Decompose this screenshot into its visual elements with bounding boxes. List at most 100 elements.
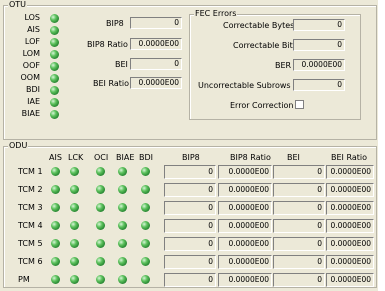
status-led-icon <box>70 185 79 194</box>
bei-ratio-label: BEI Ratio <box>93 79 129 88</box>
status-led-icon <box>50 62 59 71</box>
correctable-bits-field: 0 <box>293 39 345 51</box>
odu-bei-field: 0 <box>273 201 325 215</box>
status-led-icon <box>51 257 60 266</box>
odu-value-header: BIP8 Ratio <box>230 153 271 162</box>
odu-bei-field: 0 <box>273 255 325 269</box>
otu-alarm-label: IAE <box>27 97 40 106</box>
odu-bei-field: 0 <box>273 273 325 287</box>
correctable-bytes-field: 0 <box>293 19 345 31</box>
status-led-icon <box>50 98 59 107</box>
status-led-icon <box>96 221 105 230</box>
fec-group: FEC Errors Correctable Bytes 0 Correctab… <box>189 9 361 120</box>
otu-alarm-label: LOM <box>22 49 40 58</box>
odu-bip8-field: 0 <box>164 219 216 233</box>
odu-bip8-field: 0 <box>164 255 216 269</box>
bei-ratio-field: 0.0000E00 <box>130 77 182 89</box>
status-led-icon <box>118 167 127 176</box>
odu-bip8-field: 0 <box>164 165 216 179</box>
odu-bip8-field: 0 <box>164 183 216 197</box>
status-led-icon <box>70 203 79 212</box>
odu-bei-ratio-field: 0.0000E00 <box>326 201 374 215</box>
odu-bei-field: 0 <box>273 219 325 233</box>
bei-field: 0 <box>130 58 182 70</box>
error-correction-label: Error Correction <box>230 101 294 110</box>
odu-row-label: PM <box>18 275 30 284</box>
odu-value-header: BEI <box>287 153 300 162</box>
odu-row-label: TCM 5 <box>18 239 43 248</box>
ber-field: 0.0000E00 <box>293 59 345 71</box>
status-led-icon <box>141 239 150 248</box>
odu-bei-ratio-field: 0.0000E00 <box>326 183 374 197</box>
otu-alarm-label: BIAE <box>21 109 40 118</box>
ber-label: BER <box>275 61 292 70</box>
odu-bip8-field: 0 <box>164 201 216 215</box>
status-led-icon <box>70 275 79 284</box>
correctable-bits-label: Correctable Bits <box>233 41 297 50</box>
fec-title: FEC Errors <box>194 9 238 18</box>
status-led-icon <box>50 50 59 59</box>
status-led-icon <box>118 203 127 212</box>
odu-bip8-ratio-field: 0.0000E00 <box>218 219 272 233</box>
odu-bip8-ratio-field: 0.0000E00 <box>218 255 272 269</box>
odu-group: ODU AIS LCK OCI BIAE BDI BIP8 BIP8 Ratio BEI BEI… <box>3 141 377 288</box>
status-led-icon <box>118 239 127 248</box>
odu-row-label: TCM 4 <box>18 221 43 230</box>
status-led-icon <box>51 221 60 230</box>
otu-group: OTU LOS AIS LOF LOM OOF OOM BDI IAE BIAE BIP8 0 … <box>3 0 377 140</box>
status-led-icon <box>141 167 150 176</box>
bei-label: BEI <box>115 60 128 69</box>
odu-bei-field: 0 <box>273 165 325 179</box>
odu-bei-field: 0 <box>273 183 325 197</box>
status-led-icon <box>141 275 150 284</box>
status-led-icon <box>50 86 59 95</box>
odu-row-label: TCM 6 <box>18 257 43 266</box>
odu-alarm-header: AIS <box>49 153 62 162</box>
odu-bip8-ratio-field: 0.0000E00 <box>218 165 272 179</box>
status-led-icon <box>70 257 79 266</box>
status-led-icon <box>50 14 59 23</box>
odu-title: ODU <box>8 141 29 150</box>
status-led-icon <box>118 257 127 266</box>
odu-bip8-ratio-field: 0.0000E00 <box>218 183 272 197</box>
status-led-icon <box>50 38 59 47</box>
correctable-bytes-label: Correctable Bytes <box>223 21 295 30</box>
status-led-icon <box>96 275 105 284</box>
status-led-icon <box>141 221 150 230</box>
status-led-icon <box>96 257 105 266</box>
odu-alarm-header: BDI <box>139 153 154 162</box>
otu-alarm-label: OOF <box>22 61 40 70</box>
odu-alarm-header: LCK <box>68 153 84 162</box>
odu-alarm-header: OCI <box>94 153 109 162</box>
status-led-icon <box>96 239 105 248</box>
otu-alarm-label: OOM <box>20 73 41 82</box>
status-led-icon <box>141 185 150 194</box>
status-led-icon <box>50 110 59 119</box>
status-led-icon <box>141 257 150 266</box>
odu-value-header: BIP8 <box>182 153 200 162</box>
bip8-ratio-label: BIP8 Ratio <box>87 40 128 49</box>
odu-bip8-field: 0 <box>164 273 216 287</box>
odu-alarm-header: BIAE <box>116 153 135 162</box>
otu-alarm-label: AIS <box>27 25 40 34</box>
status-led-icon <box>96 203 105 212</box>
status-led-icon <box>96 185 105 194</box>
otu-title: OTU <box>8 0 28 9</box>
main-panel: OTU LOS AIS LOF LOM OOF OOM BDI IAE BIAE BIP8 0 … <box>0 0 378 291</box>
status-led-icon <box>51 167 60 176</box>
bip8-label: BIP8 <box>106 19 124 28</box>
status-led-icon <box>141 203 150 212</box>
odu-bei-ratio-field: 0.0000E00 <box>326 273 374 287</box>
status-led-icon <box>70 167 79 176</box>
status-led-icon <box>51 203 60 212</box>
status-led-icon <box>118 275 127 284</box>
error-correction-checkbox[interactable] <box>295 100 304 109</box>
odu-bei-ratio-field: 0.0000E00 <box>326 255 374 269</box>
status-led-icon <box>51 275 60 284</box>
status-led-icon <box>118 185 127 194</box>
odu-row-label: TCM 1 <box>18 167 43 176</box>
odu-bip8-ratio-field: 0.0000E00 <box>218 237 272 251</box>
bip8-ratio-field: 0.0000E00 <box>130 38 182 50</box>
status-led-icon <box>96 167 105 176</box>
status-led-icon <box>51 239 60 248</box>
